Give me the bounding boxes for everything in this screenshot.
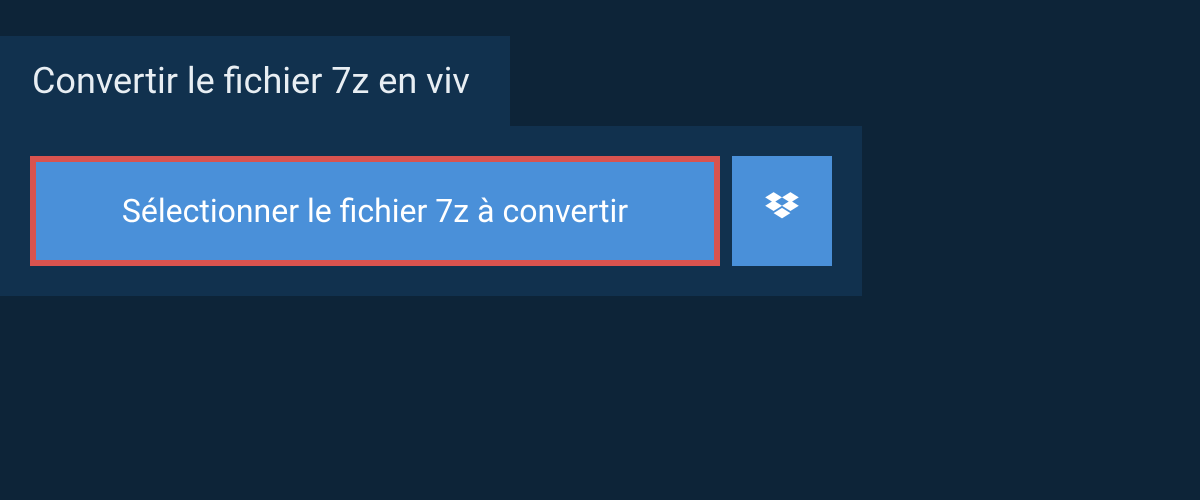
dropbox-icon (761, 190, 803, 232)
content-panel: Sélectionner le fichier 7z à convertir (0, 126, 862, 296)
dropbox-button[interactable] (732, 156, 832, 266)
button-row: Sélectionner le fichier 7z à convertir (30, 156, 832, 266)
header-tab: Convertir le fichier 7z en viv (0, 36, 510, 126)
select-file-button[interactable]: Sélectionner le fichier 7z à convertir (30, 156, 720, 266)
select-file-button-label: Sélectionner le fichier 7z à convertir (122, 192, 628, 230)
page-title: Convertir le fichier 7z en viv (32, 60, 470, 102)
